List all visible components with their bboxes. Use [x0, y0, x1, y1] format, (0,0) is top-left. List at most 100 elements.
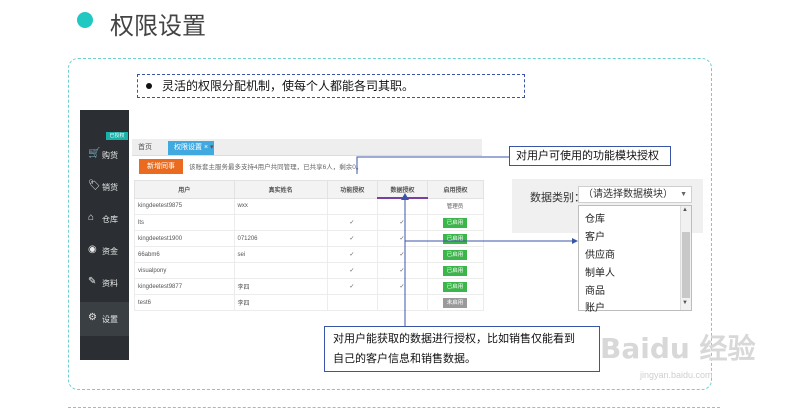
sidebar: 已授权 🛒 购货 🏷 销货 ⌂ 仓库 ◉ 资金 ✎ 资料 ⚙ 设置: [80, 110, 129, 360]
sidebar-item-warehouse[interactable]: ⌂ 仓库: [80, 204, 129, 234]
data-category-select[interactable]: （请选择数据模块） ▼: [578, 186, 692, 203]
sidebar-item-label: 销货: [102, 183, 118, 192]
data-category-label: 数据类别：: [530, 192, 585, 204]
pencil-icon: ✎: [88, 276, 97, 287]
callout-data-auth: 对用户能获取的数据进行授权，比如销售仅能看到 自己的客户信息和销售数据。: [324, 326, 600, 372]
cell-real-name: 李四: [233, 294, 328, 311]
share-limit-info: 该账套主服务最多支持4用户共同管理，已共享6人，剩余0。: [189, 164, 363, 171]
page-title: 权限设置: [110, 12, 206, 40]
option-warehouse[interactable]: 仓库: [585, 210, 605, 225]
cell-user: test6: [134, 294, 235, 311]
tab-bar: 首页 权限设置 × ▾: [132, 139, 482, 156]
callout-data-auth-line2: 自己的客户信息和销售数据。: [333, 353, 476, 365]
cell-real-name: sei: [233, 246, 328, 263]
option-customer[interactable]: 客户: [585, 228, 605, 243]
function-auth-check[interactable]: ✓: [326, 262, 378, 279]
cart-icon: 🛒: [88, 148, 101, 159]
scroll-down-icon[interactable]: ▼: [682, 300, 688, 306]
sidebar-item-label: 设置: [102, 315, 118, 324]
cell-function-auth[interactable]: [326, 197, 378, 215]
cell-user: visualpony: [134, 262, 235, 279]
sidebar-item-label: 资金: [102, 247, 118, 256]
scrollbar-thumb[interactable]: [682, 232, 690, 298]
table-row[interactable]: 66abm6 sei ✓ ✓ 已启用: [134, 246, 484, 263]
scroll-up-icon[interactable]: ▲: [682, 207, 688, 213]
enabled-status-button[interactable]: 已启用: [443, 281, 468, 292]
function-auth-check[interactable]: ✓: [326, 246, 378, 263]
enabled-status-button[interactable]: 已启用: [443, 217, 468, 228]
data-category-options[interactable]: 仓库 客户 供应商 制单人 商品 账户 ▲ ▼: [578, 205, 692, 314]
data-auth-check[interactable]: ✓: [376, 246, 429, 263]
cell-real-name: [233, 214, 328, 231]
cell-function-auth[interactable]: [326, 294, 378, 311]
title-dot-icon: [77, 12, 93, 28]
function-auth-check[interactable]: ✓: [326, 214, 378, 231]
bullet-icon: [146, 82, 152, 89]
callout-function-auth: 对用户可使用的功能模块授权: [509, 146, 671, 166]
sidebar-item-funds[interactable]: ◉ 资金: [80, 236, 129, 266]
option-creator[interactable]: 制单人: [585, 264, 615, 279]
table-row[interactable]: kingdeetest9875 wxx 管理员: [134, 197, 484, 215]
option-list-scrollbar[interactable]: ▲ ▼: [680, 206, 691, 310]
data-auth-check[interactable]: ✓: [376, 262, 429, 279]
tab-home[interactable]: 首页: [132, 141, 158, 155]
data-category-selected: （请选择数据模块）: [583, 189, 673, 200]
column-header-user: 用户: [134, 180, 235, 199]
cell-data-auth[interactable]: [376, 197, 429, 215]
intro-note-text: 灵活的权限分配机制，使每个人都能各司其职。: [162, 79, 415, 93]
bottom-divider: [68, 407, 720, 408]
admin-label: 管理员: [446, 204, 464, 211]
cell-real-name: wxx: [233, 197, 328, 215]
sidebar-item-settings[interactable]: ⚙ 设置: [80, 302, 129, 336]
column-header-enable-auth: 启用授权: [427, 180, 484, 199]
table-row[interactable]: test6 李四 未启用: [134, 294, 484, 311]
sidebar-item-label: 资料: [102, 279, 118, 288]
cell-real-name: [233, 262, 328, 279]
column-header-data-auth: 数据授权: [376, 180, 429, 199]
data-auth-check[interactable]: ✓: [376, 278, 429, 295]
option-supplier[interactable]: 供应商: [585, 246, 615, 261]
enabled-status-button[interactable]: 已启用: [443, 233, 468, 244]
callout-data-auth-line1: 对用户能获取的数据进行授权，比如销售仅能看到: [333, 333, 575, 345]
intro-note: 灵活的权限分配机制，使每个人都能各司其职。: [137, 74, 525, 98]
cell-data-auth[interactable]: [376, 294, 429, 311]
data-auth-check[interactable]: ✓: [376, 230, 429, 247]
table-row[interactable]: lts ✓ ✓ 已启用: [134, 214, 484, 231]
tab-menu-dropdown[interactable]: ▾: [204, 141, 220, 155]
user-permission-table: 用户 真实姓名 功能授权 数据授权 启用授权 kingdeetest9875 w…: [134, 180, 484, 311]
disabled-status-button[interactable]: 未启用: [443, 297, 468, 308]
table-row[interactable]: kingdeetest1900 071206 ✓ ✓ 已启用: [134, 230, 484, 247]
cell-user: lts: [134, 214, 235, 231]
data-auth-check[interactable]: ✓: [376, 214, 429, 231]
column-header-function-auth: 功能授权: [326, 180, 378, 199]
sidebar-item-label: 仓库: [102, 215, 118, 224]
sidebar-badge: 已授权: [106, 132, 128, 140]
gear-icon: ⚙: [88, 312, 97, 323]
sidebar-item-data[interactable]: ✎ 资料: [80, 268, 129, 298]
sidebar-item-label: 购货: [102, 151, 118, 160]
baidu-watermark-url: jingyan.baidu.com: [640, 370, 713, 380]
cell-user: kingdeetest9877: [134, 278, 235, 295]
cell-user: kingdeetest9875: [134, 197, 235, 215]
cell-real-name: 李四: [233, 278, 328, 295]
chevron-down-icon: ▼: [680, 191, 687, 198]
cell-user: 66abm6: [134, 246, 235, 263]
table-row[interactable]: kingdeetest9877 李四 ✓ ✓ 已启用: [134, 278, 484, 295]
warehouse-icon: ⌂: [88, 212, 95, 223]
option-product[interactable]: 商品: [585, 282, 605, 297]
function-auth-check[interactable]: ✓: [326, 230, 378, 247]
sidebar-item-sales[interactable]: 🏷 销货: [80, 172, 129, 202]
sidebar-item-purchase[interactable]: 🛒 购货: [80, 140, 129, 170]
enabled-status-button[interactable]: 已启用: [443, 265, 468, 276]
add-colleague-button[interactable]: 新增同事: [139, 159, 183, 174]
option-account[interactable]: 账户: [585, 299, 605, 314]
table-row[interactable]: visualpony ✓ ✓ 已启用: [134, 262, 484, 279]
cell-real-name: 071206: [233, 230, 328, 247]
baidu-watermark: Baidu 经验: [600, 332, 756, 365]
column-header-real-name: 真实姓名: [233, 180, 328, 199]
cell-user: kingdeetest1900: [134, 230, 235, 247]
function-auth-check[interactable]: ✓: [326, 278, 378, 295]
coin-icon: ◉: [88, 244, 97, 255]
tag-icon: 🏷: [88, 180, 101, 191]
enabled-status-button[interactable]: 已启用: [443, 249, 468, 260]
